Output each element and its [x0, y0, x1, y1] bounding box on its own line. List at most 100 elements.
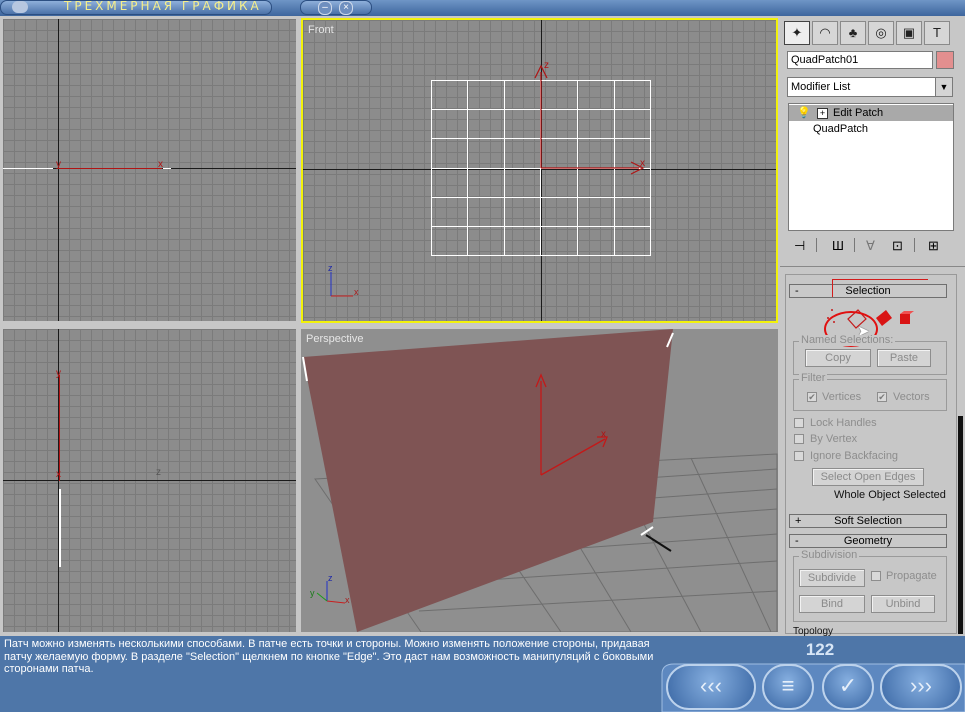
perspective-scene	[302, 329, 778, 632]
viewport-top[interactable]: x y	[3, 19, 296, 321]
menu-button[interactable]: ≡	[762, 664, 814, 710]
gizmo-x-label: x	[640, 158, 645, 169]
hierarchy-icon[interactable]: ♣	[840, 21, 866, 45]
transform-gizmo[interactable]	[531, 58, 651, 178]
window-controls	[300, 0, 372, 15]
stack-item-label: Edit Patch	[833, 107, 884, 119]
collapse-icon: -	[795, 535, 799, 547]
element-level-icon[interactable]	[898, 308, 914, 328]
soft-selection-rollout-header[interactable]: + Soft Selection	[789, 514, 947, 528]
z-axis-label: z	[156, 467, 161, 478]
lightbulb-icon[interactable]: 💡	[797, 106, 811, 119]
tripod-z-label: z	[328, 573, 333, 583]
command-panel: ✦ ◠ ♣ ◎ ▣ T QuadPatch01 Modifier List ▼ …	[780, 16, 965, 636]
gizmo-z-label: z	[544, 60, 549, 71]
viewport-label-perspective: Perspective	[306, 333, 364, 345]
soft-selection-title: Soft Selection	[834, 515, 902, 527]
modifier-list-dropdown[interactable]: Modifier List ▼	[787, 77, 953, 97]
by-vertex-checkbox[interactable]	[794, 434, 804, 444]
vectors-checkbox[interactable]: ✔	[877, 392, 887, 402]
configure-sets-icon[interactable]: ⊞	[928, 238, 939, 254]
vectors-label: Vectors	[893, 391, 930, 403]
geometry-rollout-header[interactable]: - Geometry	[789, 534, 947, 548]
named-selections-label: Named Selections:	[799, 334, 896, 346]
tripod-x-label: x	[354, 287, 359, 297]
vertex-level-icon[interactable]	[824, 308, 840, 328]
grid-axis-horizontal	[3, 480, 296, 481]
vertices-label: Vertices	[822, 391, 862, 403]
divider	[914, 238, 915, 252]
utilities-icon[interactable]: T	[924, 21, 950, 45]
quad-patch-surface	[303, 329, 673, 632]
propagate-label: Propagate	[886, 570, 937, 582]
subdivision-label: Subdivision	[799, 549, 860, 561]
remove-modifier-icon[interactable]: ⊡	[892, 238, 903, 254]
chevron-down-icon[interactable]: ▼	[935, 78, 952, 96]
check-button[interactable]: ✓	[822, 664, 874, 710]
motion-icon[interactable]: ◎	[868, 21, 894, 45]
lesson-caption: Патч можно изменять несколькими способам…	[4, 638, 654, 675]
tripod-x-label: x	[345, 595, 350, 605]
x-axis-line	[58, 168, 162, 169]
propagate-checkbox[interactable]	[871, 571, 881, 581]
annotation-marker	[832, 279, 928, 280]
modifier-list-label: Modifier List	[791, 81, 851, 93]
y-axis-label: y	[56, 368, 61, 379]
minimize-icon[interactable]: –	[318, 1, 332, 15]
tripod-z-label: z	[328, 263, 333, 273]
divider	[780, 266, 965, 267]
show-end-result-icon[interactable]: Ш	[832, 238, 844, 253]
app-icon	[12, 1, 28, 13]
vertices-checkbox[interactable]: ✔	[807, 392, 817, 402]
edge-highlight	[59, 489, 61, 567]
subdivide-button[interactable]: Subdivide	[799, 569, 865, 587]
close-icon[interactable]: ×	[339, 1, 353, 15]
page-number: 122	[805, 640, 835, 659]
paste-button[interactable]: Paste	[877, 349, 931, 367]
modify-icon[interactable]: ◠	[812, 21, 838, 45]
selection-rollout-header[interactable]: - Selection	[789, 284, 947, 298]
viewport-perspective[interactable]: Perspective x z x y	[301, 329, 778, 632]
y-axis-label: y	[56, 159, 61, 170]
patch-level-icon[interactable]	[874, 308, 890, 328]
bind-button[interactable]: Bind	[799, 595, 865, 613]
copy-button[interactable]: Copy	[805, 349, 871, 367]
make-unique-icon[interactable]: ∀	[866, 238, 875, 254]
edge-highlight-2	[163, 168, 171, 169]
selection-status: Whole Object Selected	[834, 489, 946, 501]
geometry-title: Geometry	[843, 535, 893, 547]
ignore-backfacing-label: Ignore Backfacing	[810, 450, 899, 462]
select-open-edges-button[interactable]: Select Open Edges	[812, 468, 924, 486]
ignore-backfacing-checkbox[interactable]	[794, 451, 804, 461]
pin-stack-icon[interactable]: ⊣	[794, 238, 805, 254]
expand-icon: +	[795, 515, 802, 527]
object-color-swatch[interactable]	[936, 51, 954, 69]
create-icon[interactable]: ✦	[784, 21, 810, 45]
stack-item-quadpatch[interactable]: QuadPatch	[813, 123, 868, 135]
divider	[854, 238, 855, 252]
viewport-front[interactable]: Front z x z x	[301, 18, 778, 323]
y-axis-line	[59, 375, 60, 481]
tripod-y-label: y	[310, 588, 315, 598]
lock-handles-checkbox[interactable]	[794, 418, 804, 428]
viewport-label-front: Front	[308, 24, 334, 36]
x-axis-label: x	[56, 469, 61, 480]
collapse-icon: -	[795, 285, 799, 297]
lock-handles-label: Lock Handles	[810, 417, 877, 429]
gizmo-x-label: x	[601, 429, 606, 440]
topology-label: Topology	[793, 627, 834, 636]
annotation-marker	[832, 279, 833, 297]
grid-axis-vertical	[58, 19, 59, 321]
panel-scrollbar[interactable]	[958, 416, 963, 634]
by-vertex-label: By Vertex	[810, 433, 858, 445]
viewport-left[interactable]: y x z	[3, 329, 296, 632]
filter-label: Filter	[799, 372, 828, 384]
unbind-button[interactable]: Unbind	[871, 595, 935, 613]
expand-plus-icon[interactable]: +	[817, 108, 828, 119]
stack-item-edit-patch[interactable]: 💡 + Edit Patch	[789, 105, 953, 121]
window-title: ТРЕХМЕРНАЯ ГРАФИКА	[64, 0, 262, 13]
back-button[interactable]: ‹‹‹	[666, 664, 756, 710]
forward-button[interactable]: ›››	[880, 664, 962, 710]
display-icon[interactable]: ▣	[896, 21, 922, 45]
object-name-field[interactable]: QuadPatch01	[787, 51, 933, 69]
